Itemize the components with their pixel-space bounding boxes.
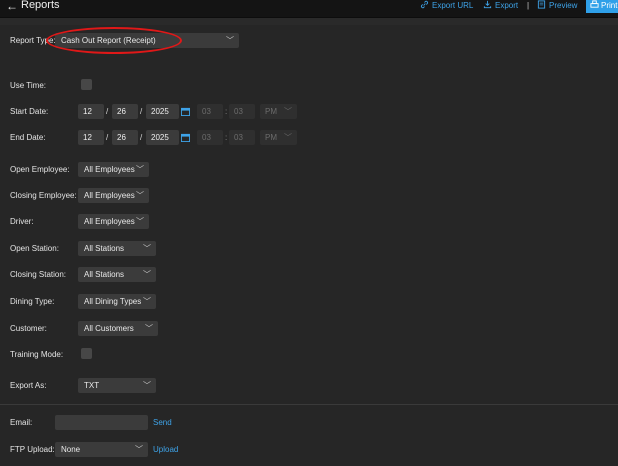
customer-value: All Customers [84,324,134,333]
dining-type-select[interactable]: All Dining Types ﹀ [78,294,156,309]
print-label: Print [601,1,618,10]
chevron-down-icon: ﹀ [136,165,144,174]
driver-value: All Employees [84,217,135,226]
chevron-down-icon: ﹀ [135,445,143,454]
chevron-down-icon: ﹀ [143,381,151,390]
chevron-down-icon: ﹀ [284,107,292,116]
chevron-down-icon: ﹀ [143,297,151,306]
dining-type-value: All Dining Types [84,297,142,306]
email-field[interactable] [55,415,148,430]
export-as-value: TXT [84,381,100,390]
send-button[interactable]: Send [153,418,172,428]
chevron-down-icon: ﹀ [226,36,234,45]
report-form-panel: Report Type: Cash Out Report (Receipt) ﹀… [0,25,618,466]
start-ampm-value: PM [265,107,277,116]
page-title: Reports [21,0,60,11]
print-icon [590,0,599,8]
open-station-value: All Stations [84,244,125,253]
training-mode-label: Training Mode: [10,350,64,359]
closing-station-value: All Stations [84,270,125,279]
customer-label: Customer: [10,324,47,333]
download-icon [483,0,492,9]
ftp-upload-value: None [61,445,81,454]
closing-station-select[interactable]: All Stations ﹀ [78,267,156,282]
export-url-button[interactable]: Export URL [420,0,473,11]
chevron-down-icon: ﹀ [143,270,151,279]
export-url-label: Export URL [432,1,474,10]
calendar-icon[interactable] [181,107,190,116]
end-hour-input[interactable]: 03 [197,130,223,145]
end-day-input[interactable]: 26 [112,130,138,145]
preview-label: Preview [549,1,578,10]
end-ampm-select[interactable]: PM ﹀ [260,130,297,145]
start-year-input[interactable]: 2025 [146,104,179,119]
start-ampm-select[interactable]: PM ﹀ [260,104,297,119]
export-as-select[interactable]: TXT ﹀ [78,378,156,393]
end-year-input[interactable]: 2025 [146,130,179,145]
link-icon [420,0,429,9]
ftp-upload-label: FTP Upload: [10,445,55,454]
report-type-label: Report Type: [10,36,56,45]
ftp-upload-select[interactable]: None ﹀ [55,442,148,457]
toolbar-separator: | [527,1,530,10]
chevron-down-icon: ﹀ [136,191,144,200]
end-minute-input[interactable]: 03 [229,130,255,145]
start-day-input[interactable]: 26 [112,104,138,119]
closing-employee-label: Closing Employee: [10,191,77,200]
end-ampm-value: PM [265,133,277,142]
open-station-select[interactable]: All Stations ﹀ [78,241,156,256]
dining-type-label: Dining Type: [10,297,55,306]
training-mode-checkbox[interactable] [81,348,92,359]
closing-station-label: Closing Station: [10,270,67,279]
back-arrow-icon[interactable]: ← [6,0,18,12]
export-label: Export [495,1,519,10]
driver-label: Driver: [10,217,34,226]
section-divider [0,404,618,405]
closing-employee-select[interactable]: All Employees ﹀ [78,188,149,203]
chevron-down-icon: ﹀ [143,244,151,253]
date-separator: / [106,107,109,116]
print-button[interactable]: Print [586,0,618,13]
upload-button[interactable]: Upload [153,445,178,455]
open-employee-label: Open Employee: [10,165,70,174]
export-button[interactable]: Export [483,0,518,11]
export-as-label: Export As: [10,381,47,390]
use-time-checkbox[interactable] [81,79,92,90]
email-label: Email: [10,418,33,427]
open-station-label: Open Station: [10,244,59,253]
report-type-value: Cash Out Report (Receipt) [61,36,156,45]
preview-button[interactable]: Preview [537,0,577,11]
start-minute-input[interactable]: 03 [229,104,255,119]
customer-select[interactable]: All Customers ﹀ [78,321,158,336]
use-time-label: Use Time: [10,81,47,90]
preview-icon [537,0,546,9]
open-employee-select[interactable]: All Employees ﹀ [78,162,149,177]
start-hour-input[interactable]: 03 [197,104,223,119]
date-separator: / [140,107,143,116]
chevron-down-icon: ﹀ [136,217,144,226]
chevron-down-icon: ﹀ [284,133,292,142]
start-month-input[interactable]: 12 [78,104,104,119]
date-separator: / [140,133,143,142]
start-date-label: Start Date: [10,107,49,116]
closing-employee-value: All Employees [84,191,135,200]
end-month-input[interactable]: 12 [78,130,104,145]
open-employee-value: All Employees [84,165,135,174]
driver-select[interactable]: All Employees ﹀ [78,214,149,229]
chevron-down-icon: ﹀ [145,324,153,333]
calendar-icon[interactable] [181,133,190,142]
report-type-select[interactable]: Cash Out Report (Receipt) ﹀ [55,33,239,48]
time-separator: : [225,133,228,142]
time-separator: : [225,107,228,116]
top-bar: ← Reports Export URL Export | Preview Pr… [0,0,618,18]
end-date-label: End Date: [10,133,46,142]
date-separator: / [106,133,109,142]
